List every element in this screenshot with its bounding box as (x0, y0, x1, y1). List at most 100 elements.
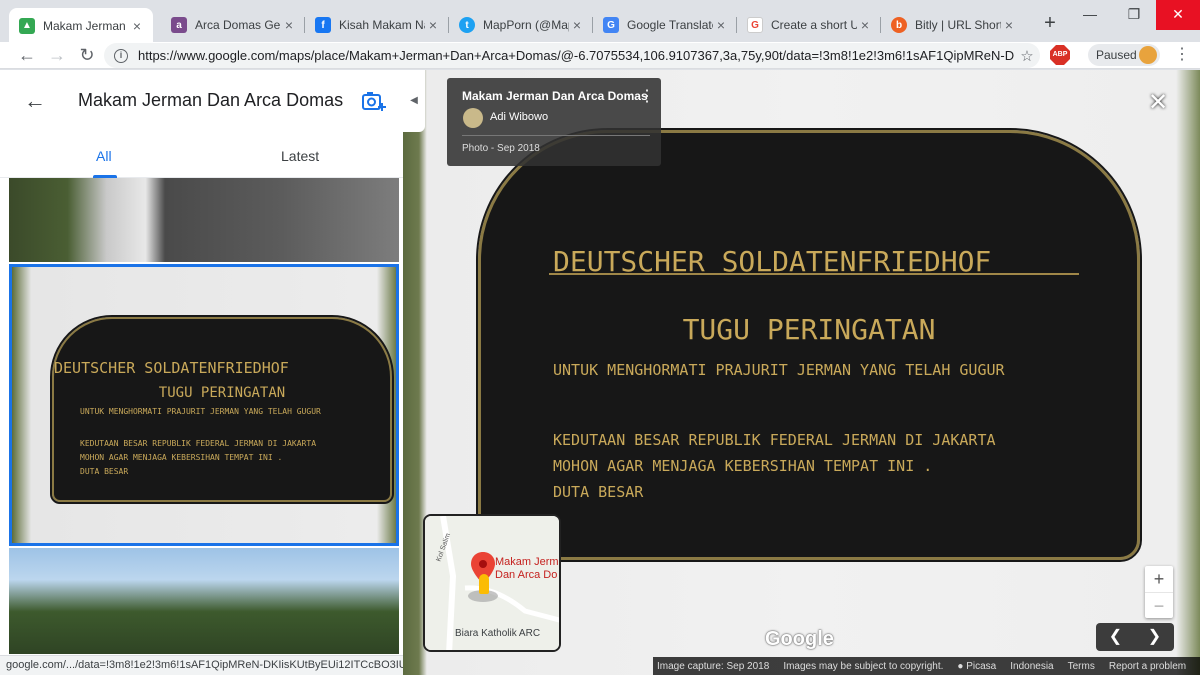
close-viewer-icon[interactable]: ✕ (1148, 88, 1168, 117)
twitter-icon: t (459, 17, 475, 33)
report-problem-link[interactable]: Report a problem (1109, 661, 1186, 672)
tab-title: Create a short URL (771, 18, 857, 32)
tab-strip: ▲ Makam Jerman Dan Arca Domas × a Arca D… (0, 0, 1200, 43)
close-tab-icon[interactable]: × (713, 17, 729, 33)
photo-thumbnail-selected[interactable]: DEUTSCHER SOLDATENFRIEDHOF TUGU PERINGAT… (9, 264, 399, 546)
divider (462, 135, 650, 136)
info-title[interactable]: Makam Jerman Dan Arca Domas (462, 89, 648, 103)
tab-maps[interactable]: ▲ Makam Jerman Dan Arca Domas × (9, 8, 153, 43)
plaque-line: DUTA BESAR (553, 483, 644, 501)
nearby-label: Biara Katholik ARC (455, 628, 541, 639)
panel-header: ← Makam Jerman Dan Arca Domas (0, 70, 403, 132)
terms-link[interactable]: Terms (1068, 661, 1095, 672)
facebook-icon: f (315, 17, 331, 33)
tab-bitly[interactable]: b Bitly | URL Shortener × (881, 8, 1025, 42)
plaque-line: KEDUTAAN BESAR REPUBLIK FEDERAL JERMAN D… (80, 439, 317, 448)
tab-title: Arca Domas Germany (195, 18, 281, 32)
plaque-line: DUTA BESAR (80, 467, 129, 476)
plaque-line: TUGU PERINGATAN (682, 313, 936, 346)
tab-short-url[interactable]: G Create a short URL × (737, 8, 881, 42)
minimap[interactable]: Kol Salim Makam Jerm Dan Arca Do Biara K… (423, 514, 561, 652)
photo-info-card: Makam Jerman Dan Arca Domas ⋮ Adi Wibowo… (447, 78, 661, 166)
bitly-icon: b (891, 17, 907, 33)
tab-kisah[interactable]: f Kisah Makam Nazi × (305, 8, 449, 42)
plaque-line: DEUTSCHER SOLDATENFRIEDHOF (54, 359, 289, 377)
tab-title: MapPorn (@MapPorn) (483, 18, 569, 32)
adblock-plus-icon[interactable]: ABP (1050, 45, 1070, 65)
region-link[interactable]: Indonesia (1010, 661, 1053, 672)
new-tab-button[interactable]: + (1038, 12, 1062, 36)
site-icon: a (171, 17, 187, 33)
close-tab-icon[interactable]: × (129, 18, 145, 34)
status-bar: google.com/.../data=!3m8!1e2!3m6!1sAF1Qi… (0, 655, 403, 675)
photo-viewer[interactable]: ◀ DEUTSCHER SOLDATENFRIEDHOF TUGU PERING… (403, 70, 1200, 675)
plaque-line: UNTUK MENGHORMATI PRAJURIT JERMAN YANG T… (80, 407, 321, 416)
previous-photo-button[interactable]: ❮ (1096, 623, 1135, 651)
photo-thumbnail[interactable] (9, 178, 399, 262)
photos-panel: ← Makam Jerman Dan Arca Domas All Latest… (0, 70, 403, 675)
add-photo-icon[interactable] (362, 90, 386, 112)
zoom-controls: + − (1145, 566, 1173, 618)
plaque-line: UNTUK MENGHORMATI PRAJURIT JERMAN YANG T… (553, 361, 1005, 379)
address-bar[interactable]: i https://www.google.com/maps/place/Maka… (104, 43, 1040, 68)
plaque-image-large: DEUTSCHER SOLDATENFRIEDHOF TUGU PERINGAT… (476, 128, 1142, 562)
profile-button[interactable]: Paused (1088, 44, 1160, 66)
tab-all[interactable]: All (96, 148, 112, 164)
close-tab-icon[interactable]: × (569, 17, 585, 33)
next-photo-button[interactable]: ❯ (1135, 623, 1174, 651)
avatar (1139, 46, 1157, 64)
pegman-icon (479, 574, 489, 594)
photo-date: Photo - Sep 2018 (462, 143, 540, 154)
plaque-line: TUGU PERINGATAN (158, 385, 286, 401)
zoom-out-button[interactable]: − (1145, 592, 1173, 618)
picasa-link[interactable]: ● Picasa (957, 661, 996, 672)
google-icon: G (747, 17, 763, 33)
google-logo: Google (765, 628, 834, 650)
viewer-footer: Image capture: Sep 2018 Images may be su… (653, 657, 1200, 675)
panel-title: Makam Jerman Dan Arca Domas (78, 90, 344, 110)
back-arrow-icon[interactable]: ← (24, 88, 46, 114)
copyright-note: Images may be subject to copyright. (783, 660, 944, 672)
forward-button[interactable]: → (44, 43, 70, 67)
photo-tabs: All Latest (0, 132, 403, 178)
author-name[interactable]: Adi Wibowo (490, 111, 548, 123)
collapse-panel-button[interactable]: ◀ (403, 70, 425, 132)
zoom-in-button[interactable]: + (1145, 566, 1173, 592)
close-tab-icon[interactable]: × (857, 17, 873, 33)
close-tab-icon[interactable]: × (281, 17, 297, 33)
tab-translate[interactable]: G Google Translate × (593, 8, 737, 42)
google-translate-icon: G (603, 17, 619, 33)
place-label: Dan Arca Do (495, 569, 558, 581)
google-maps-icon: ▲ (19, 17, 35, 34)
tab-title: Google Translate (627, 18, 713, 32)
photo-nav: ❮ ❯ (1096, 623, 1174, 651)
more-options-icon[interactable]: ⋮ (639, 86, 655, 106)
reload-button[interactable]: ↻ (74, 43, 100, 67)
plaque-line: MOHON AGAR MENJAGA KEBERSIHAN TEMPAT INI… (553, 457, 933, 475)
info-icon[interactable]: i (114, 48, 128, 63)
back-button[interactable]: ← (14, 43, 40, 67)
browser-toolbar: ← → ↻ i https://www.google.com/maps/plac… (0, 42, 1200, 69)
capture-date: Image capture: Sep 2018 (657, 660, 770, 672)
bookmark-star-icon[interactable]: ☆ (1014, 47, 1040, 65)
tab-arca-domas[interactable]: a Arca Domas Germany × (161, 8, 305, 42)
close-tab-icon[interactable]: × (425, 17, 441, 33)
place-label: Makam Jerm (495, 556, 559, 568)
plaque-line: MOHON AGAR MENJAGA KEBERSIHAN TEMPAT INI… (80, 453, 283, 462)
picasa-label: Picasa (966, 660, 997, 672)
photo-thumbnail[interactable] (9, 548, 399, 654)
close-tab-icon[interactable]: × (1001, 17, 1017, 33)
profile-status: Paused (1096, 48, 1137, 62)
author-avatar[interactable] (463, 108, 483, 128)
minimize-button[interactable]: — (1068, 0, 1112, 30)
tab-mapporn[interactable]: t MapPorn (@MapPorn) × (449, 8, 593, 42)
url-text: https://www.google.com/maps/place/Makam+… (138, 48, 1014, 63)
plaque-image: DEUTSCHER SOLDATENFRIEDHOF TUGU PERINGAT… (50, 315, 394, 504)
window-close-button[interactable]: ✕ (1156, 0, 1200, 30)
maximize-button[interactable]: ❐ (1112, 0, 1156, 30)
plaque-line: KEDUTAAN BESAR REPUBLIK FEDERAL JERMAN D… (553, 431, 996, 449)
tab-title: Kisah Makam Nazi (339, 18, 425, 32)
tab-latest[interactable]: Latest (281, 148, 319, 164)
chrome-menu-icon[interactable]: ⋮ (1172, 45, 1192, 65)
tab-title: Bitly | URL Shortener (915, 18, 1001, 32)
